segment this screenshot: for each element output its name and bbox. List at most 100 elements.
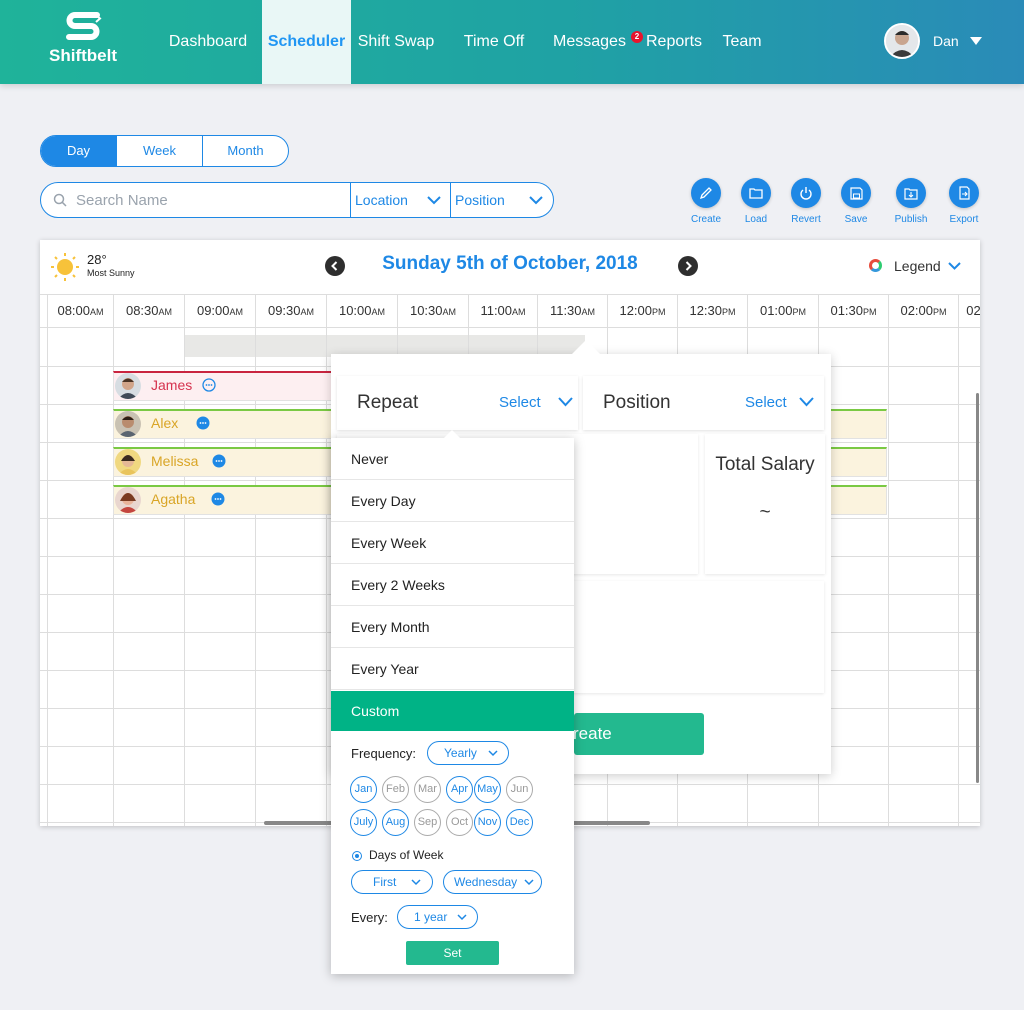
position-value: Select <box>745 394 787 411</box>
total-salary-box: Total Salary ~ <box>705 434 825 574</box>
month-toggle-nov[interactable]: Nov <box>474 809 501 836</box>
position-label: Position <box>603 392 671 413</box>
repeat-value: Select <box>499 394 541 411</box>
employee-james[interactable]: James <box>113 371 331 401</box>
month-toggle-oct[interactable]: Oct <box>446 809 473 836</box>
month-toggle-aug[interactable]: Aug <box>382 809 409 836</box>
grid-column-line <box>113 328 114 826</box>
vertical-scrollbar[interactable] <box>976 393 979 783</box>
month-toggle-may[interactable]: May <box>474 776 501 803</box>
employee-name: James <box>151 377 193 393</box>
employee-avatar <box>115 449 141 475</box>
grid-column-line <box>958 328 959 826</box>
create-shift-button[interactable]: reate <box>573 713 704 755</box>
view-day-button[interactable]: Day <box>41 136 117 166</box>
month-toggle-jan[interactable]: Jan <box>350 776 377 803</box>
month-toggle-sep[interactable]: Sep <box>414 809 441 836</box>
repeat-select[interactable]: Repeat Select <box>337 376 578 430</box>
time-slot-header: 08:00AM <box>47 295 113 327</box>
employee-alex[interactable]: Alex <box>113 409 331 439</box>
export-label: Export <box>949 214 979 225</box>
load-button[interactable]: Load <box>732 178 780 225</box>
user-menu-caret-icon <box>970 37 982 45</box>
every-select[interactable]: 1 year <box>397 905 478 929</box>
nav-shift-swap[interactable]: Shift Swap <box>351 0 441 84</box>
position-filter-dropdown[interactable]: Position <box>450 183 553 217</box>
repeat-option-custom[interactable]: Custom <box>331 691 574 731</box>
create-button[interactable]: Create <box>682 178 730 225</box>
time-slot-period: AM <box>371 307 386 317</box>
nav-dashboard[interactable]: Dashboard <box>160 0 256 84</box>
time-slot-header: 09:00AM <box>184 295 255 327</box>
chevron-down-icon <box>411 879 421 886</box>
view-week-button[interactable]: Week <box>117 136 203 166</box>
chat-bubble-icon[interactable] <box>196 416 210 430</box>
chat-bubble-icon[interactable] <box>211 492 225 506</box>
month-toggle-dec[interactable]: Dec <box>506 809 533 836</box>
publish-button[interactable]: Publish <box>887 178 935 225</box>
time-slot-time: 02:00 <box>900 303 934 318</box>
time-slot-period: PM <box>933 307 947 317</box>
employee-melissa[interactable]: Melissa <box>113 447 331 477</box>
time-slot-header: 10:30AM <box>397 295 468 327</box>
position-select[interactable]: Position Select <box>583 376 824 430</box>
time-slot-period: AM <box>300 307 315 317</box>
total-salary-label: Total Salary <box>715 454 815 475</box>
frequency-select[interactable]: Yearly <box>427 741 509 765</box>
month-toggle-jun[interactable]: Jun <box>506 776 533 803</box>
user-avatar <box>884 23 920 59</box>
popup-pointer <box>571 340 601 355</box>
ordinal-value: First <box>373 875 397 889</box>
month-toggle-feb[interactable]: Feb <box>382 776 409 803</box>
chat-bubble-icon[interactable] <box>202 378 216 392</box>
repeat-options-dropdown: Never Every Day Every Week Every 2 Weeks… <box>331 430 574 974</box>
revert-button[interactable]: Revert <box>782 178 830 225</box>
employee-avatar <box>115 411 141 437</box>
total-salary-value: ~ <box>759 502 771 523</box>
nav-reports[interactable]: Reports <box>640 0 708 84</box>
employee-agatha[interactable]: Agatha <box>113 485 331 515</box>
ordinal-select[interactable]: First <box>351 870 433 894</box>
save-label: Save <box>844 214 868 225</box>
repeat-option-every-year[interactable]: Every Year <box>331 648 574 690</box>
export-button[interactable]: Export <box>940 178 988 225</box>
month-toggle-mar[interactable]: Mar <box>414 776 441 803</box>
nav-messages[interactable]: Messages 2 <box>548 0 643 84</box>
view-month-button[interactable]: Month <box>203 136 288 166</box>
repeat-option-every-2-weeks[interactable]: Every 2 Weeks <box>331 564 574 606</box>
time-slot-period: PM <box>652 307 666 317</box>
employee-name: Agatha <box>151 491 196 507</box>
grid-column-line <box>255 328 256 826</box>
folder-icon <box>749 188 763 199</box>
time-slot-time: 01:30 <box>830 303 864 318</box>
legend-ring-icon <box>869 259 882 272</box>
time-slot-time: 12:30 <box>689 303 723 318</box>
repeat-label: Repeat <box>357 392 419 413</box>
create-label: Create <box>690 214 721 225</box>
time-slot-header: 01:00PM <box>747 295 818 327</box>
repeat-option-every-month[interactable]: Every Month <box>331 606 574 648</box>
time-header: 08:00AM 08:30AM 09:00AM 09:30AM 10:00AM 10:30… <box>40 294 980 328</box>
month-toggle-july[interactable]: July <box>350 809 377 836</box>
nav-team[interactable]: Team <box>717 0 767 84</box>
search-filter-bar: Search Name Location Position <box>40 182 554 218</box>
repeat-option-every-day[interactable]: Every Day <box>331 480 574 522</box>
chat-bubble-icon[interactable] <box>212 454 226 468</box>
repeat-option-every-week[interactable]: Every Week <box>331 522 574 564</box>
employee-avatar <box>115 373 141 399</box>
publish-label: Publish <box>894 214 928 225</box>
save-button[interactable]: Save <box>832 178 880 225</box>
days-of-week-radio[interactable] <box>352 851 362 861</box>
brand-logo[interactable]: Shiftbelt <box>47 8 119 66</box>
next-day-button[interactable] <box>678 256 698 276</box>
time-slot-time: 01:00 <box>759 303 793 318</box>
location-dropdown[interactable]: Location <box>350 183 450 217</box>
time-slot-period: AM <box>90 307 104 317</box>
weekday-select[interactable]: Wednesday <box>443 870 542 894</box>
repeat-option-never[interactable]: Never <box>331 438 574 480</box>
month-toggle-apr[interactable]: Apr <box>446 776 473 803</box>
nav-time-off[interactable]: Time Off <box>455 0 533 84</box>
search-input[interactable]: Search Name <box>76 192 168 209</box>
set-button[interactable]: Set <box>406 941 499 965</box>
nav-scheduler[interactable]: Scheduler <box>262 0 351 84</box>
